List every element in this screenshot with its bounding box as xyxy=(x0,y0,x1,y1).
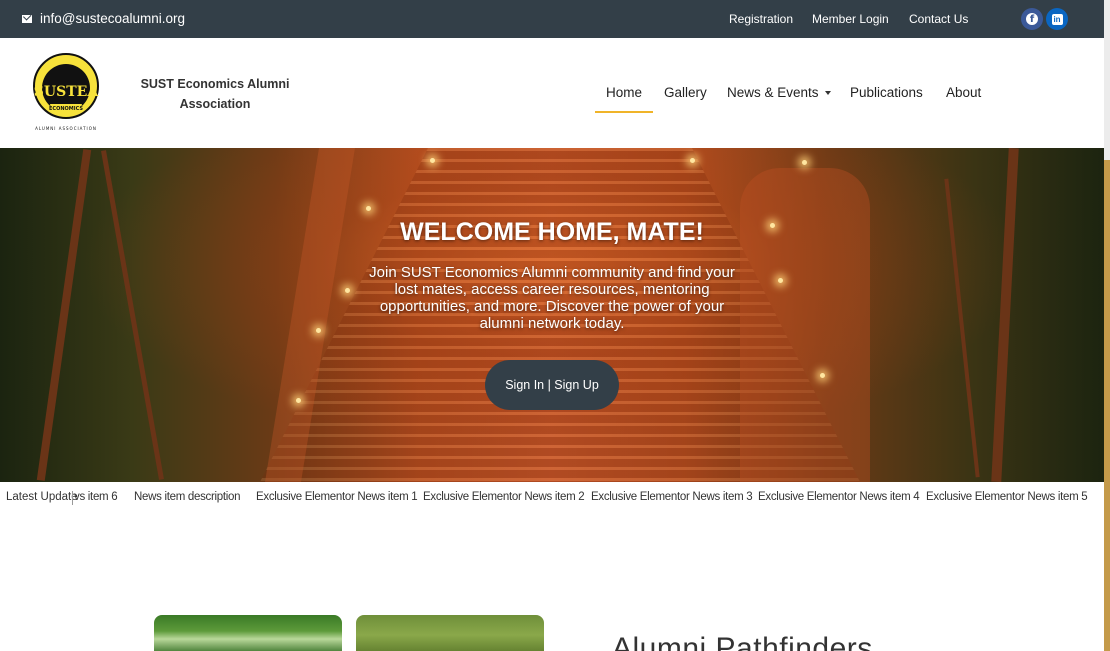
ticker-item[interactable]: Exclusive Elementor News item 5 xyxy=(926,491,1088,503)
member-login-link[interactable]: Member Login xyxy=(812,12,889,26)
site-title[interactable]: SUST Economics Alumni Association xyxy=(140,74,290,114)
sign-in-sign-up-button[interactable]: Sign In | Sign Up xyxy=(485,360,619,410)
nav-news-events-label: News & Events xyxy=(727,85,819,100)
facebook-icon[interactable]: f xyxy=(1021,8,1043,30)
hero-title: WELCOME HOME, MATE! xyxy=(400,218,704,246)
nav-gallery[interactable]: Gallery xyxy=(664,85,707,100)
registration-link[interactable]: Registration xyxy=(729,12,793,26)
hero-light xyxy=(802,160,807,165)
hero-background-tree xyxy=(991,148,1019,482)
logo-ring-text: ECONOMICS xyxy=(49,106,83,112)
section-title: Alumni Pathfinders xyxy=(612,632,873,651)
hero-light xyxy=(820,373,825,378)
contact-email-text: info@sustecoalumni.org xyxy=(40,11,186,26)
hero-light xyxy=(345,288,350,293)
nav-news-events[interactable]: News & Events xyxy=(727,85,831,100)
nav-publications[interactable]: Publications xyxy=(850,85,923,100)
pathfinder-image xyxy=(154,615,342,651)
chevron-down-icon xyxy=(824,91,831,96)
ticker-item[interactable]: Exclusive Elementor News item 4 xyxy=(758,491,920,503)
hero-background-tree xyxy=(101,150,164,480)
top-bar: info@sustecoalumni.org Registration Memb… xyxy=(0,0,1104,38)
scrollbar-thumb[interactable] xyxy=(1104,0,1110,160)
site-header: SUSTEA ECONOMICS ALUMNI ASSOCIATION SUST… xyxy=(0,38,1104,148)
page-scrollbar[interactable] xyxy=(1104,0,1110,651)
mail-icon xyxy=(22,14,32,23)
ticker-label: Latest Update xyxy=(6,491,78,503)
contact-us-link[interactable]: Contact Us xyxy=(909,12,968,26)
active-nav-indicator xyxy=(595,111,653,113)
hero-light xyxy=(690,158,695,163)
logo-caption: ALUMNI ASSOCIATION xyxy=(35,126,97,131)
hero-background-tree xyxy=(36,149,92,481)
nav-home[interactable]: Home xyxy=(606,85,642,100)
hero-text: Join SUST Economics Alumni community and… xyxy=(369,264,735,332)
hero-banner: WELCOME HOME, MATE! Join SUST Economics … xyxy=(0,148,1104,482)
ticker-item[interactable]: News item description xyxy=(134,491,240,503)
ticker-item[interactable]: Exclusive Elementor News item 1 xyxy=(256,491,418,503)
logo-text: SUSTEA xyxy=(34,84,100,100)
hero-background-wall xyxy=(740,168,870,482)
ticker-divider xyxy=(72,491,73,505)
hero-light xyxy=(778,278,783,283)
contact-email[interactable]: info@sustecoalumni.org xyxy=(22,11,185,26)
nav-about[interactable]: About xyxy=(946,85,981,100)
hero-light xyxy=(296,398,301,403)
hero-light xyxy=(316,328,321,333)
hero-light xyxy=(366,206,371,211)
news-ticker: Latest Update vs item 6 News item descri… xyxy=(0,482,1104,512)
hero-light xyxy=(430,158,435,163)
pathfinder-image xyxy=(356,615,544,651)
linkedin-icon[interactable]: in xyxy=(1046,8,1068,30)
ticker-item[interactable]: vs item 6 xyxy=(74,491,118,503)
ticker-items: vs item 6 News item description Exclusiv… xyxy=(74,491,1104,509)
site-logo[interactable]: SUSTEA ECONOMICS ALUMNI ASSOCIATION xyxy=(30,46,102,136)
ticker-item[interactable]: Exclusive Elementor News item 2 xyxy=(423,491,585,503)
ticker-item[interactable]: Exclusive Elementor News item 3 xyxy=(591,491,753,503)
